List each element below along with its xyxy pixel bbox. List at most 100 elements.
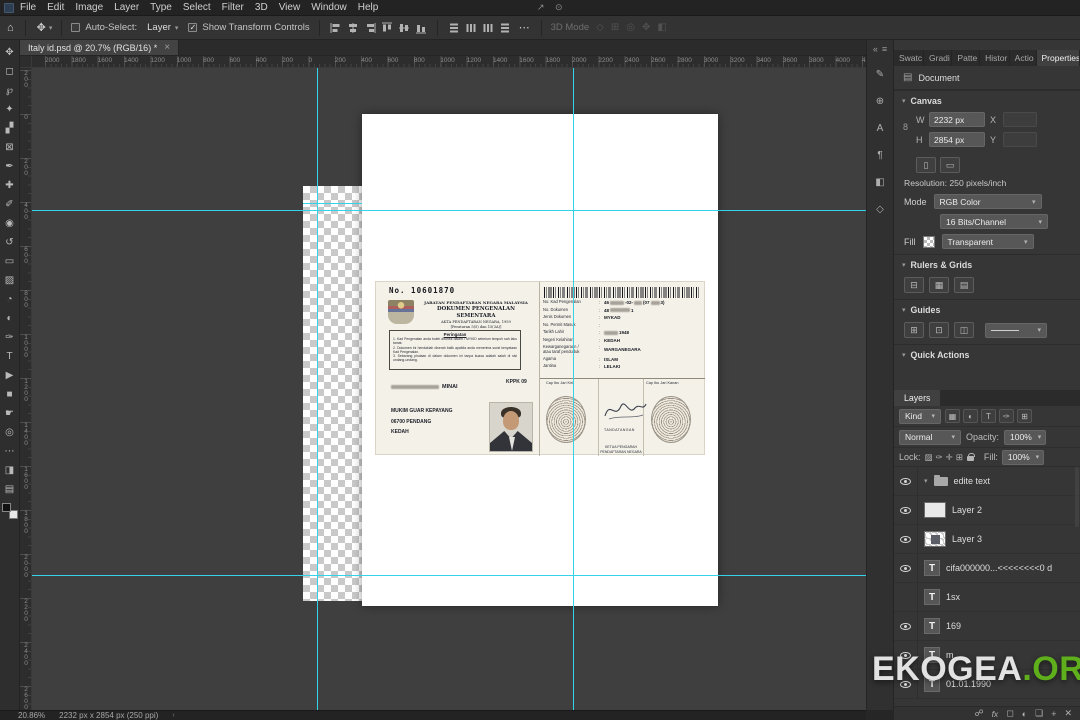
fill-select[interactable]: 100%: [1001, 449, 1044, 465]
filter-kind-select[interactable]: Kind: [899, 408, 941, 424]
menu-item-image[interactable]: Image: [75, 2, 103, 13]
height-input[interactable]: 2854 px: [929, 132, 985, 147]
layer-row[interactable]: Layer 3: [894, 525, 1080, 554]
canvas-area[interactable]: No. 10601870 JABATAN PENDAFTARAN NEGARA …: [32, 68, 866, 710]
eyedropper-tool[interactable]: ✒: [1, 157, 19, 176]
quick-actions-section-header[interactable]: ▾ Quick Actions: [894, 344, 1080, 364]
distribute-vertical-icon[interactable]: [447, 21, 461, 35]
brush-settings-icon[interactable]: ✎: [871, 66, 889, 82]
rulers-grids-section-header[interactable]: ▾ Rulers & Grids: [894, 254, 1080, 274]
gradient-tool[interactable]: ▨: [1, 271, 19, 290]
lock-transparency-icon[interactable]: ▨: [925, 452, 933, 463]
foreground-color-swatch[interactable]: [1, 503, 11, 512]
new-guide-layout-button[interactable]: ⊞: [904, 322, 924, 338]
layer-mask-icon[interactable]: ◻: [1006, 708, 1013, 719]
status-options-icon[interactable]: ›: [172, 712, 174, 719]
lock-pixels-icon[interactable]: ✑: [936, 452, 943, 463]
panel-tab-histor[interactable]: Histor: [980, 50, 1010, 66]
bit-depth-select[interactable]: 16 Bits/Channel: [940, 214, 1048, 229]
horizontal-ruler[interactable]: 2000 1800 1600 1400 1200 1000 800 600 400 200 0 200…: [32, 56, 866, 68]
panel-tab-actio[interactable]: Actio: [1010, 50, 1037, 66]
layer-row[interactable]: Layer 2: [894, 496, 1080, 525]
horizontal-guide[interactable]: [303, 203, 362, 204]
align-top-icon[interactable]: [380, 21, 394, 35]
layer-effects-icon[interactable]: fx: [992, 709, 999, 719]
pen-tool[interactable]: ✑: [1, 328, 19, 347]
group-caret-icon[interactable]: ▾: [924, 477, 928, 485]
vertical-ruler[interactable]: 200 0 200 400 600 800 1000 1200 1400 1600 1800 2000…: [20, 68, 32, 710]
zoom-level[interactable]: 20.86%: [18, 711, 45, 720]
show-transform-checkbox[interactable]: ✓: [188, 23, 198, 32]
menu-item-filter[interactable]: Filter: [222, 2, 244, 13]
menu-item-help[interactable]: Help: [358, 2, 379, 13]
dodge-tool[interactable]: ◐: [1, 309, 19, 328]
brush-tool[interactable]: ✐: [1, 195, 19, 214]
clone-source-icon[interactable]: ⊕: [871, 93, 889, 109]
color-swatches[interactable]: [1, 503, 18, 519]
layer-visibility-toggle[interactable]: [894, 496, 918, 524]
edit-toolbar-icon[interactable]: ⋯: [1, 442, 19, 461]
crop-tool[interactable]: ▞: [1, 119, 19, 138]
distribute-center-icon[interactable]: [498, 21, 512, 35]
ruler-origin-corner[interactable]: [20, 56, 32, 68]
align-right-icon[interactable]: [363, 21, 377, 35]
zoom-tool[interactable]: ◎: [1, 423, 19, 442]
layer-row[interactable]: T 169: [894, 612, 1080, 641]
canvas-section-header[interactable]: ▾ Canvas: [894, 90, 1080, 110]
character-panel-icon[interactable]: A: [871, 120, 889, 136]
align-center-horizontal-icon[interactable]: [346, 21, 360, 35]
filter-shape-layers-icon[interactable]: ✑: [999, 409, 1014, 423]
filter-smart-objects-icon[interactable]: ⊞: [1017, 409, 1032, 423]
tab-layers[interactable]: Layers: [894, 390, 941, 406]
tool-preset-caret-icon[interactable]: ▾: [49, 24, 53, 32]
grid-settings-button[interactable]: ▤: [954, 277, 974, 293]
libraries-panel-icon[interactable]: ◇: [871, 201, 889, 217]
move-tool-preset-icon[interactable]: ✥: [35, 21, 48, 34]
distribute-horizontal-icon[interactable]: [464, 21, 478, 35]
filter-pixel-layers-icon[interactable]: ▦: [945, 409, 960, 423]
quick-mask-icon[interactable]: ◨: [1, 461, 19, 480]
lock-guides-button[interactable]: ⊡: [929, 322, 949, 338]
horizontal-guide[interactable]: [32, 575, 866, 576]
share-icon[interactable]: ↗: [537, 2, 545, 13]
align-middle-icon[interactable]: [397, 21, 411, 35]
menu-item-select[interactable]: Select: [183, 2, 211, 13]
type-tool[interactable]: T: [1, 347, 19, 366]
align-bottom-icon[interactable]: [414, 21, 428, 35]
align-left-icon[interactable]: [329, 21, 343, 35]
clear-guides-button[interactable]: ◫: [954, 322, 974, 338]
layer-visibility-toggle[interactable]: [894, 554, 918, 582]
quick-selection-tool[interactable]: ✦: [1, 100, 19, 119]
menu-item-edit[interactable]: Edit: [47, 2, 64, 13]
guide-style-select[interactable]: [985, 322, 1047, 338]
menu-item-window[interactable]: Window: [311, 2, 347, 13]
vertical-guide[interactable]: [317, 68, 318, 710]
lock-position-icon[interactable]: ✛: [946, 452, 953, 463]
photoshop-app-icon[interactable]: [4, 2, 14, 13]
toggle-rulers-button[interactable]: ⊟: [904, 277, 924, 293]
vertical-guide[interactable]: [573, 68, 574, 710]
panel-tab-patte[interactable]: Patte: [952, 50, 981, 66]
adjustment-layer-icon[interactable]: ◐: [1022, 709, 1027, 719]
eraser-tool[interactable]: ▭: [1, 252, 19, 271]
filter-type-layers-icon[interactable]: T: [981, 409, 996, 423]
layer-visibility-toggle[interactable]: [894, 467, 918, 495]
layer-visibility-toggle[interactable]: [894, 525, 918, 553]
layer-visibility-toggle[interactable]: [894, 612, 918, 640]
distribute-left-icon[interactable]: [481, 21, 495, 35]
menu-item-3d[interactable]: 3D: [255, 2, 268, 13]
new-layer-icon[interactable]: +: [1051, 709, 1056, 719]
delete-layer-icon[interactable]: ✕: [1064, 708, 1072, 719]
dock-menu-icon[interactable]: ≡: [882, 44, 887, 54]
glyphs-panel-icon[interactable]: ◧: [871, 174, 889, 190]
healing-brush-tool[interactable]: ✚: [1, 176, 19, 195]
layer-visibility-toggle[interactable]: [894, 583, 918, 611]
home-icon[interactable]: ⌂: [5, 22, 16, 34]
horizontal-guide[interactable]: [32, 210, 866, 211]
portrait-orientation-button[interactable]: ▯: [916, 157, 936, 173]
panel-tab-gradi[interactable]: Gradi: [924, 50, 953, 66]
blur-tool[interactable]: ◔: [1, 290, 19, 309]
auto-select-target-dropdown[interactable]: Layer ▾: [142, 21, 183, 34]
layer-row[interactable]: ▾ edite text: [894, 467, 1080, 496]
search-icon[interactable]: ⊙: [555, 2, 563, 13]
